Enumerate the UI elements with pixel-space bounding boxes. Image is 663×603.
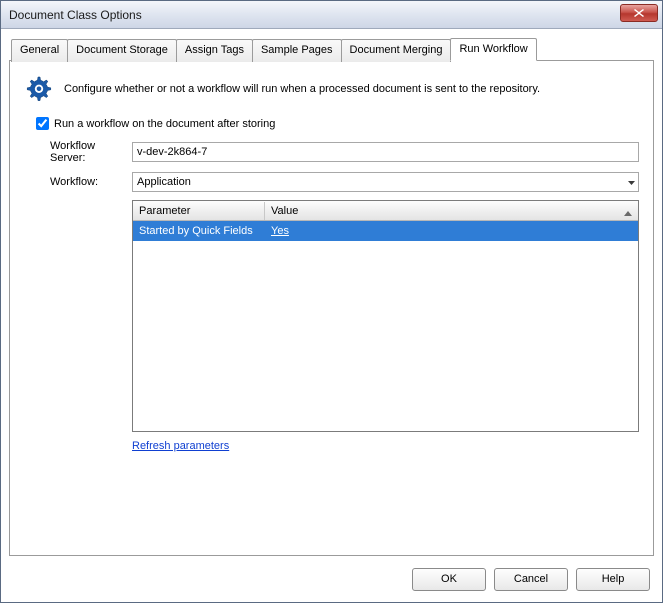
- cell-parameter: Started by Quick Fields: [133, 222, 265, 240]
- grid-body: Started by Quick Fields Yes: [133, 221, 638, 431]
- intro-row: Configure whether or not a workflow will…: [24, 75, 639, 103]
- window-title: Document Class Options: [9, 8, 142, 22]
- tab-run-workflow[interactable]: Run Workflow: [450, 38, 536, 61]
- workflow-server-label: Workflow Server:: [24, 140, 132, 164]
- ok-button[interactable]: OK: [412, 568, 486, 591]
- workflow-server-input[interactable]: [132, 142, 639, 162]
- gear-icon: [24, 75, 52, 103]
- run-workflow-checkbox-row: Run a workflow on the document after sto…: [36, 117, 639, 130]
- workflow-label: Workflow:: [24, 176, 132, 188]
- cell-value-link[interactable]: Yes: [271, 225, 289, 237]
- grid-header-parameter[interactable]: Parameter: [133, 202, 265, 220]
- cell-value: Yes: [265, 222, 638, 240]
- close-button[interactable]: [620, 4, 658, 22]
- tab-general[interactable]: General: [11, 39, 68, 62]
- parameters-grid: Parameter Value Started by Quick Fields …: [132, 200, 639, 432]
- dialog-window: Document Class Options General Document …: [0, 0, 663, 603]
- run-workflow-checkbox[interactable]: [36, 117, 49, 130]
- sort-asc-icon: [624, 207, 632, 219]
- workflow-row: Workflow: Application: [24, 172, 639, 192]
- close-icon: [634, 9, 644, 17]
- workflow-server-row: Workflow Server:: [24, 140, 639, 164]
- workflow-dropdown[interactable]: Application: [132, 172, 639, 192]
- table-row[interactable]: Started by Quick Fields Yes: [133, 221, 638, 241]
- tab-document-merging[interactable]: Document Merging: [341, 39, 452, 62]
- chevron-down-icon: [628, 176, 635, 188]
- help-button[interactable]: Help: [576, 568, 650, 591]
- tab-document-storage[interactable]: Document Storage: [67, 39, 177, 62]
- cancel-button[interactable]: Cancel: [494, 568, 568, 591]
- intro-text: Configure whether or not a workflow will…: [64, 83, 540, 95]
- dialog-body: General Document Storage Assign Tags Sam…: [1, 29, 662, 556]
- grid-header: Parameter Value: [133, 201, 638, 221]
- tab-sample-pages[interactable]: Sample Pages: [252, 39, 342, 62]
- dialog-footer: OK Cancel Help: [1, 556, 662, 602]
- run-workflow-checkbox-label[interactable]: Run a workflow on the document after sto…: [54, 118, 275, 130]
- tab-panel-run-workflow: Configure whether or not a workflow will…: [9, 60, 654, 556]
- refresh-parameters-link[interactable]: Refresh parameters: [132, 440, 229, 452]
- grid-header-value[interactable]: Value: [265, 202, 638, 220]
- tabstrip: General Document Storage Assign Tags Sam…: [11, 38, 654, 61]
- parameters-section: Parameter Value Started by Quick Fields …: [132, 200, 639, 452]
- workflow-dropdown-value: Application: [137, 176, 191, 188]
- titlebar: Document Class Options: [1, 1, 662, 29]
- tab-assign-tags[interactable]: Assign Tags: [176, 39, 253, 62]
